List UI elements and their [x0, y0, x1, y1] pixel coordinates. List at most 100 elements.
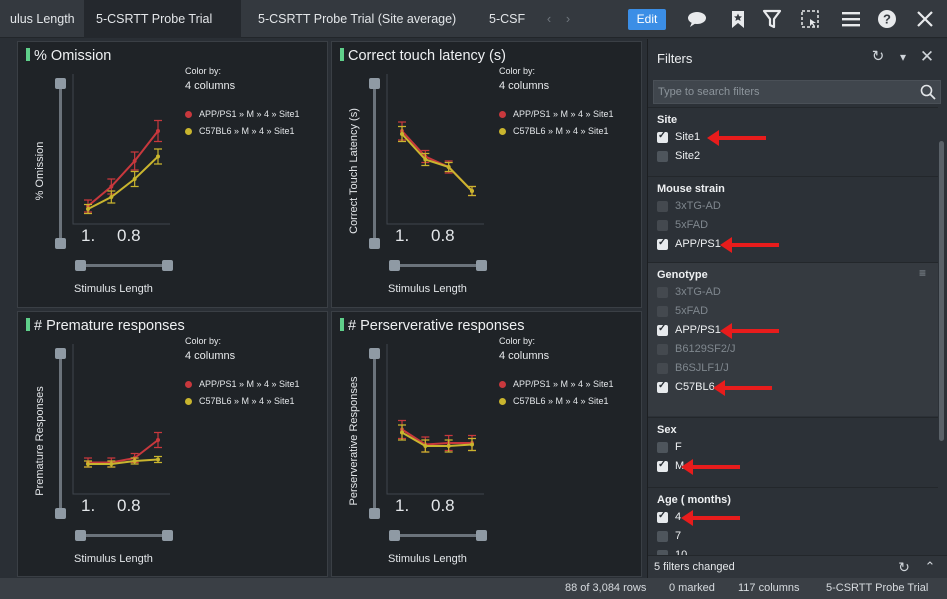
- x-slider-right-handle[interactable]: [162, 260, 173, 271]
- y-axis-slider[interactable]: [373, 352, 376, 514]
- checkbox[interactable]: [657, 459, 668, 472]
- filters-scrollbar[interactable]: [938, 111, 945, 559]
- x-axis-label[interactable]: Stimulus Length: [74, 283, 153, 295]
- checkbox[interactable]: [657, 287, 668, 298]
- data-point[interactable]: [470, 189, 474, 193]
- series-line[interactable]: [87, 155, 159, 210]
- y-slider-top-handle[interactable]: [55, 348, 66, 359]
- data-point[interactable]: [400, 430, 404, 435]
- color-by-value[interactable]: 4 columns: [499, 80, 549, 92]
- marked-count[interactable]: 0 marked: [669, 582, 715, 594]
- tab-probe-trial-site-average[interactable]: 5-CSRTT Probe Trial (Site average): [248, 0, 466, 38]
- x-slider-right-handle[interactable]: [476, 530, 487, 541]
- y-slider-bottom-handle[interactable]: [369, 238, 380, 249]
- x-slider-right-handle[interactable]: [162, 530, 173, 541]
- pin-icon[interactable]: ▾: [895, 49, 911, 65]
- filter-search-input[interactable]: [654, 81, 914, 103]
- line-chart[interactable]: [72, 72, 172, 232]
- filter-icon[interactable]: [761, 8, 783, 30]
- x-axis-slider[interactable]: [80, 534, 168, 537]
- x-axis-slider[interactable]: [394, 264, 482, 267]
- close-filters-icon[interactable]: ✕: [919, 48, 935, 65]
- legend-item[interactable]: APP/PS1 » M » 4 » Site1: [185, 109, 300, 119]
- filter-group-title[interactable]: Site: [657, 114, 677, 126]
- data-point[interactable]: [423, 157, 428, 162]
- checkbox[interactable]: [657, 220, 668, 231]
- y-axis-slider[interactable]: [373, 82, 376, 244]
- reset-all-icon[interactable]: ↻: [896, 559, 912, 575]
- menu-icon[interactable]: [840, 8, 862, 30]
- legend-item[interactable]: C57BL6 » M » 4 » Site1: [185, 396, 295, 406]
- data-point[interactable]: [109, 195, 114, 199]
- data-point[interactable]: [423, 444, 428, 448]
- checkbox[interactable]: [657, 130, 668, 143]
- legend-item[interactable]: APP/PS1 » M » 4 » Site1: [499, 379, 614, 389]
- data-point[interactable]: [156, 154, 160, 159]
- color-by-value[interactable]: 4 columns: [185, 80, 235, 92]
- filter-group-title[interactable]: Genotype: [657, 269, 708, 281]
- search-icon[interactable]: [920, 84, 936, 100]
- data-point[interactable]: [446, 444, 451, 448]
- x-axis-label[interactable]: Stimulus Length: [74, 553, 153, 565]
- data-point[interactable]: [156, 438, 160, 442]
- x-slider-left-handle[interactable]: [75, 260, 86, 271]
- color-by-value[interactable]: 4 columns: [185, 350, 235, 362]
- checkbox[interactable]: [657, 201, 668, 212]
- y-axis-slider[interactable]: [59, 82, 62, 244]
- series-line[interactable]: [401, 428, 472, 446]
- checkbox[interactable]: [657, 151, 668, 162]
- checkbox[interactable]: [657, 306, 668, 317]
- checkbox[interactable]: [657, 344, 668, 355]
- filter-group-title[interactable]: Sex: [657, 424, 677, 436]
- active-table[interactable]: 5-CSRTT Probe Trial: [826, 582, 928, 594]
- series-line[interactable]: [88, 439, 159, 464]
- y-axis-label[interactable]: % Omission: [34, 91, 46, 251]
- data-point[interactable]: [109, 184, 114, 189]
- filter-group-title[interactable]: Age ( months): [657, 494, 731, 506]
- checkbox[interactable]: [657, 363, 668, 374]
- y-slider-bottom-handle[interactable]: [55, 238, 66, 249]
- help-icon[interactable]: ?: [876, 8, 898, 30]
- data-point[interactable]: [109, 462, 114, 466]
- tab-stimulus-length[interactable]: ulus Length: [0, 0, 85, 38]
- filters-scroll-thumb[interactable]: [939, 141, 944, 441]
- data-point[interactable]: [446, 165, 451, 169]
- legend-item[interactable]: APP/PS1 » M » 4 » Site1: [185, 379, 300, 389]
- data-point[interactable]: [400, 132, 404, 136]
- y-slider-bottom-handle[interactable]: [55, 508, 66, 519]
- x-slider-left-handle[interactable]: [389, 530, 400, 541]
- line-chart[interactable]: [386, 342, 486, 502]
- selection-icon[interactable]: [799, 8, 821, 30]
- y-axis-label[interactable]: Perserverative Responses: [348, 361, 360, 521]
- y-axis-label[interactable]: Premature Responses: [34, 361, 46, 521]
- y-slider-top-handle[interactable]: [369, 348, 380, 359]
- data-point[interactable]: [156, 457, 160, 462]
- collapse-icon[interactable]: ⌃: [922, 559, 938, 575]
- checkbox[interactable]: [657, 323, 668, 336]
- x-slider-left-handle[interactable]: [75, 530, 86, 541]
- y-axis-label[interactable]: Correct Touch Latency (s): [348, 91, 360, 251]
- x-axis-label[interactable]: Stimulus Length: [388, 553, 467, 565]
- data-point[interactable]: [470, 442, 474, 447]
- series-line[interactable]: [87, 130, 159, 207]
- tab-scroll-left-icon[interactable]: ‹: [541, 11, 557, 27]
- line-chart[interactable]: [386, 72, 486, 232]
- data-point[interactable]: [86, 462, 90, 466]
- y-axis-slider[interactable]: [59, 352, 62, 514]
- tab-truncated[interactable]: 5-CSF: [479, 0, 535, 38]
- checkbox[interactable]: [657, 237, 668, 250]
- edit-button[interactable]: Edit: [628, 9, 666, 30]
- data-point[interactable]: [156, 129, 160, 133]
- comment-icon[interactable]: [686, 8, 708, 30]
- data-point[interactable]: [132, 159, 137, 163]
- line-chart[interactable]: [72, 342, 172, 502]
- legend-item[interactable]: C57BL6 » M » 4 » Site1: [499, 126, 609, 136]
- y-slider-top-handle[interactable]: [369, 78, 380, 89]
- checkbox[interactable]: [657, 510, 668, 523]
- y-slider-bottom-handle[interactable]: [369, 508, 380, 519]
- legend-item[interactable]: APP/PS1 » M » 4 » Site1: [499, 109, 614, 119]
- legend-item[interactable]: C57BL6 » M » 4 » Site1: [185, 126, 295, 136]
- color-by-value[interactable]: 4 columns: [499, 350, 549, 362]
- checkbox[interactable]: [657, 442, 668, 453]
- data-point[interactable]: [86, 207, 90, 211]
